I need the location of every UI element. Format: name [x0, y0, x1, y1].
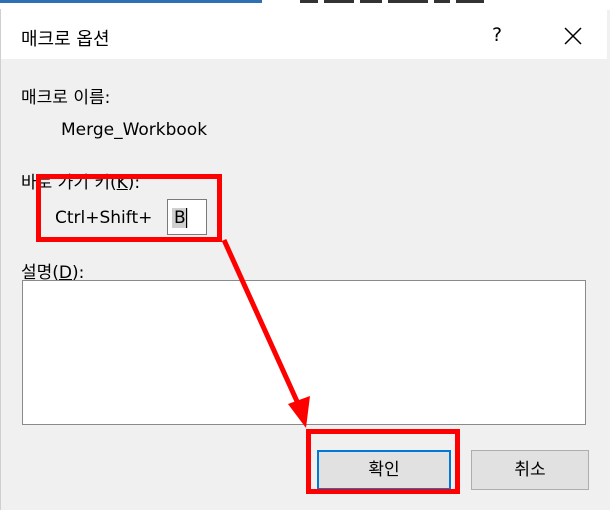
description-textarea[interactable] — [22, 280, 586, 425]
close-icon — [564, 26, 582, 45]
background-text-fragment — [300, 0, 530, 6]
macro-name-label: 매크로 이름: — [21, 88, 111, 108]
close-button[interactable] — [553, 19, 593, 51]
background-ribbon-strip — [0, 0, 262, 3]
shortcut-highlight-box — [36, 174, 222, 242]
dialog-titlebar: 매크로 옵션 ? — [1, 9, 607, 59]
ok-highlight-box — [306, 429, 460, 494]
macro-name-value: Merge_Workbook — [61, 120, 208, 140]
dialog-title: 매크로 옵션 — [21, 29, 110, 50]
macro-options-dialog: 매크로 옵션 ? 매크로 이름: Merge_Workbook 바로 가기 키(… — [0, 9, 607, 510]
help-button[interactable]: ? — [479, 19, 515, 51]
cancel-button[interactable]: 취소 — [471, 450, 589, 490]
